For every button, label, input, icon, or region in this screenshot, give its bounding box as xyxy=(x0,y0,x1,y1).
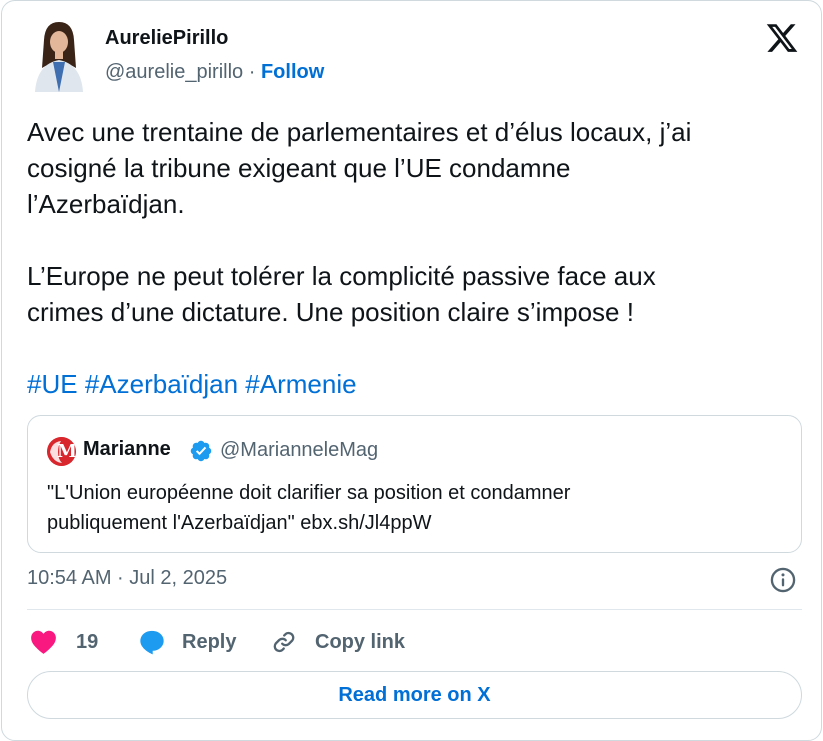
timestamp[interactable]: 10:54 AM · Jul 2, 2025 xyxy=(27,567,227,590)
tweet-line: Avec une trentaine de parlementaires et … xyxy=(27,117,692,147)
tweet-text: Avec une trentaine de parlementaires et … xyxy=(27,114,807,402)
reply-label: Reply xyxy=(182,630,237,653)
handle-separator: · xyxy=(248,61,256,83)
author-handle-row: @aurelie_pirillo · Follow xyxy=(105,61,324,84)
link-icon xyxy=(273,631,295,653)
copy-link-button[interactable]: Copy link xyxy=(270,625,405,659)
tweet-embed-card: AureliePirillo @aurelie_pirillo · Follow… xyxy=(1,0,822,741)
like-count: 19 xyxy=(76,630,99,653)
author-name[interactable]: AureliePirillo xyxy=(105,27,228,50)
x-logo-icon[interactable] xyxy=(764,21,800,55)
reply-bubble-icon xyxy=(140,630,164,655)
quote-author-name: Marianne xyxy=(83,438,171,460)
divider xyxy=(27,609,802,610)
marianne-logo-letter: M xyxy=(57,441,76,462)
tweet-line: l’Azerbaïdjan. xyxy=(27,189,185,219)
tweet-line: crimes d’une dictature. Une position cla… xyxy=(27,297,634,327)
tweet-line: L’Europe ne peut tolérer la complicité p… xyxy=(27,261,656,291)
quoted-tweet[interactable]: M Marianne @MarianneleMag "L'Union europ… xyxy=(27,415,802,553)
quote-author-handle: @MarianneleMag xyxy=(220,439,379,461)
quote-text: "L'Union européenne doit clarifier sa po… xyxy=(47,478,787,538)
read-more-label: Read more on X xyxy=(338,683,491,706)
hashtag-armenie[interactable]: #Armenie xyxy=(245,369,356,399)
tweet-line: cosigné la tribune exigeant que l’UE con… xyxy=(27,153,571,183)
info-icon[interactable] xyxy=(769,566,797,594)
quote-line: publiquement l'Azerbaïdjan" ebx.sh/Jl4pp… xyxy=(47,512,432,534)
quote-line: "L'Union européenne doit clarifier sa po… xyxy=(47,482,571,504)
marianne-logo: M xyxy=(47,437,76,466)
hashtag-row: #UE #Azerbaïdjan #Armenie xyxy=(27,366,807,402)
author-handle[interactable]: @aurelie_pirillo xyxy=(105,61,243,83)
copy-link-label: Copy link xyxy=(315,630,406,653)
avatar-image xyxy=(27,18,91,92)
follow-button[interactable]: Follow xyxy=(261,61,324,83)
reply-button[interactable]: Reply xyxy=(138,625,236,659)
verified-badge-icon xyxy=(190,440,212,462)
heart-icon xyxy=(31,630,56,654)
hashtag-ue[interactable]: #UE xyxy=(27,369,78,399)
hashtag-azerbaidjan[interactable]: #Azerbaïdjan xyxy=(85,369,238,399)
read-more-button[interactable]: Read more on X xyxy=(27,671,802,719)
like-button[interactable]: 19 xyxy=(30,625,98,659)
avatar[interactable] xyxy=(27,18,91,92)
